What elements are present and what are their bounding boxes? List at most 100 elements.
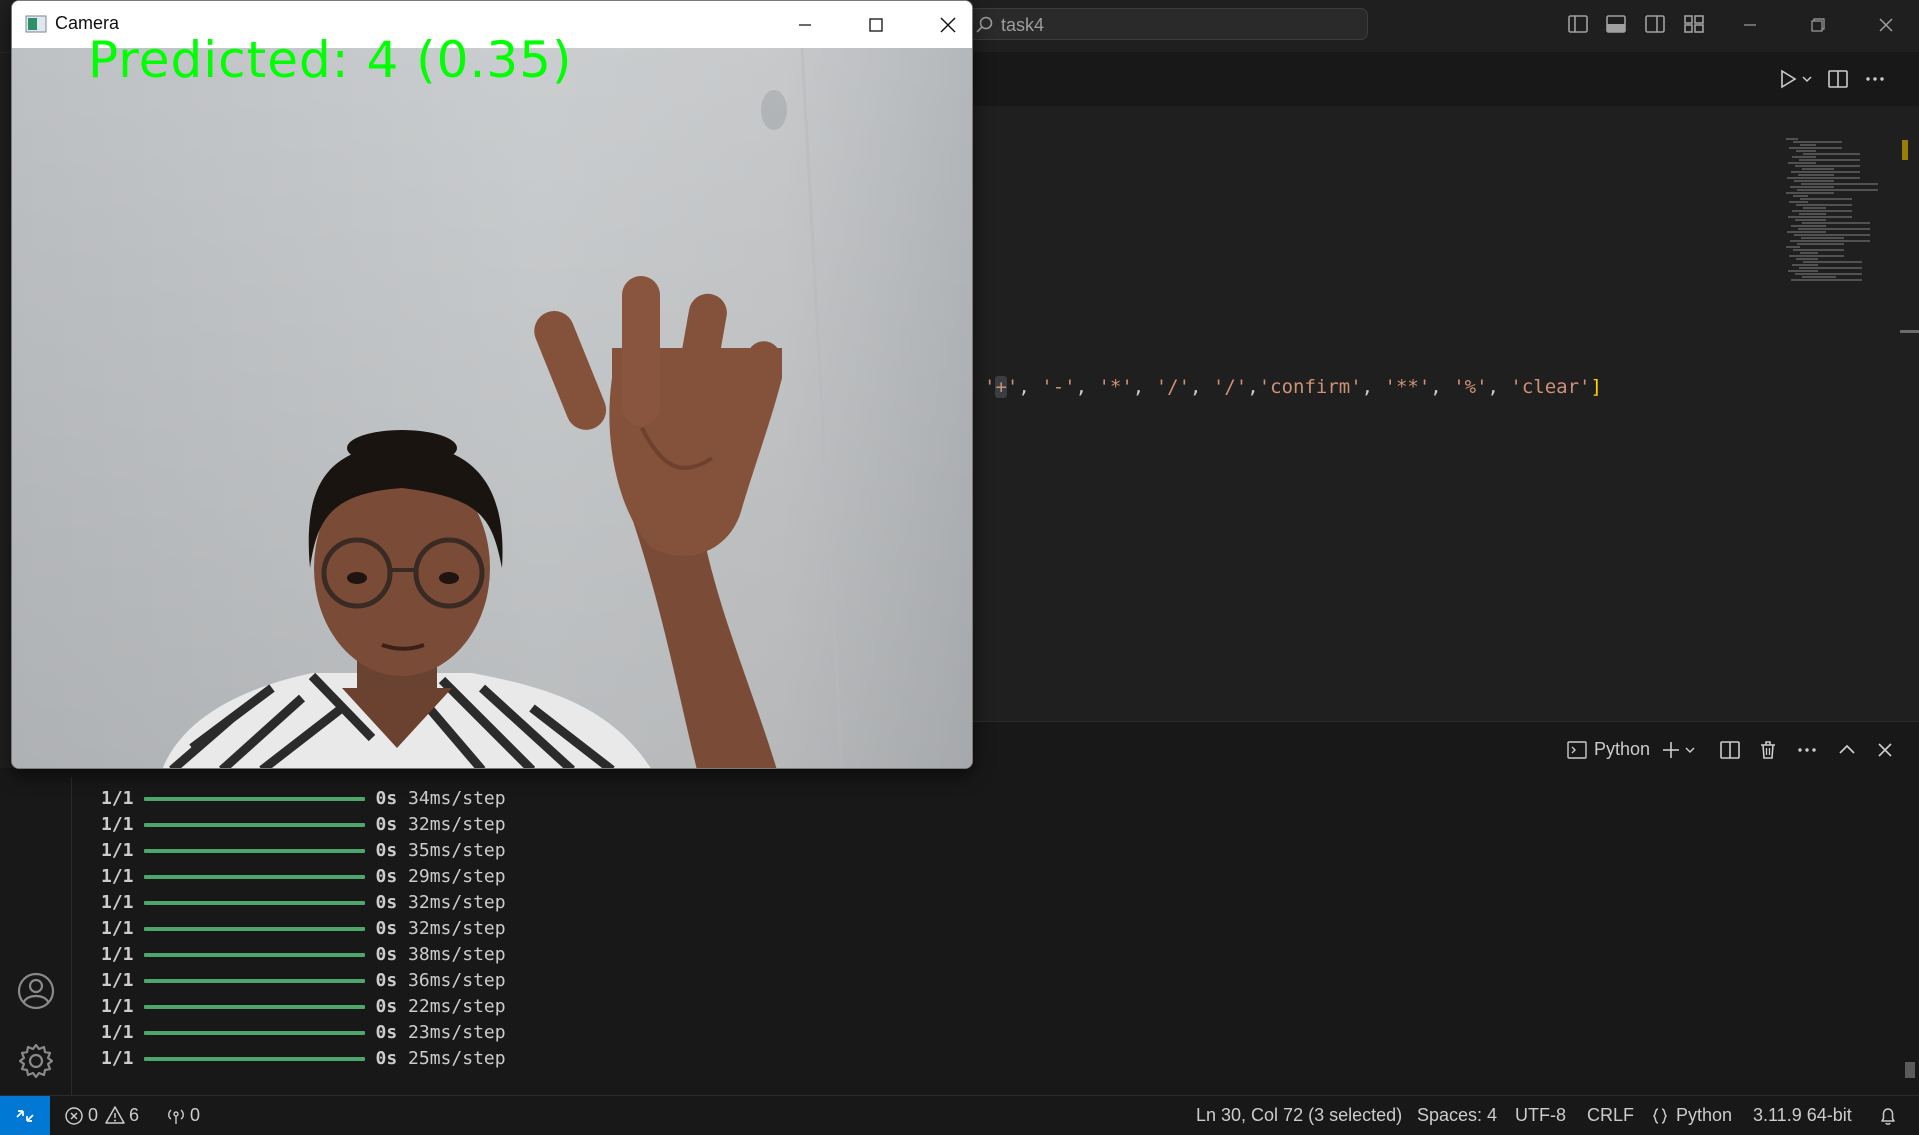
problems-indicator[interactable]: 0 6 — [64, 1096, 148, 1135]
remote-icon — [16, 1110, 34, 1122]
step-fraction: 1/1 — [101, 892, 134, 913]
indentation[interactable]: Spaces: 4 — [1417, 1105, 1497, 1126]
step-duration: 32ms/step — [408, 918, 506, 939]
braces-icon — [1652, 1108, 1668, 1124]
split-terminal-icon[interactable] — [1718, 738, 1742, 762]
step-duration: 36ms/step — [408, 970, 506, 991]
new-terminal-plus-icon[interactable] — [1659, 738, 1683, 762]
camera-close-icon[interactable] — [927, 11, 969, 39]
close-panel-icon[interactable] — [1873, 738, 1897, 762]
maximize-panel-chevron-up-icon[interactable] — [1835, 738, 1859, 762]
elapsed-time: 0s — [375, 996, 398, 1017]
minimap-line — [1793, 195, 1808, 197]
progress-bar — [143, 797, 365, 801]
editor-tab-strip — [970, 52, 1919, 106]
minimap-line — [1797, 243, 1844, 245]
minimap-line — [1793, 249, 1844, 251]
remote-indicator-button[interactable] — [0, 1096, 50, 1135]
code-token: , — [1190, 376, 1213, 398]
code-token: , — [1361, 376, 1385, 398]
camera-maximize-icon[interactable] — [855, 11, 897, 39]
elapsed-time: 0s — [375, 918, 398, 939]
progress-bar — [143, 901, 365, 905]
ports-indicator[interactable]: 0 — [165, 1096, 205, 1135]
terminal-line: 1/1 0s 32ms/step — [101, 892, 506, 918]
minimap-line — [1793, 141, 1842, 143]
manage-gear-icon[interactable] — [14, 1039, 58, 1083]
progress-bar — [143, 1005, 365, 1009]
camera-window[interactable]: Camera Predicted: 4 (0.35) — [11, 0, 973, 769]
terminal-line: 1/1 0s 35ms/step — [101, 840, 506, 866]
minimap-line — [1792, 264, 1818, 266]
code-token: , — [1247, 376, 1259, 398]
vscode-minimize-icon[interactable] — [1730, 10, 1770, 40]
language-mode[interactable]: Python — [1650, 1096, 1735, 1135]
encoding[interactable]: UTF-8 — [1515, 1105, 1566, 1126]
elapsed-time: 0s — [375, 1048, 398, 1069]
camera-app-icon — [25, 15, 47, 33]
end-of-line[interactable]: CRLF — [1587, 1105, 1634, 1126]
minimap-line — [1796, 258, 1818, 260]
code-token: '/' — [1155, 376, 1191, 398]
terminal-dropdown-chevron-icon[interactable] — [1683, 743, 1697, 757]
step-fraction: 1/1 — [101, 970, 134, 991]
minimap[interactable] — [1780, 138, 1898, 281]
editor-more-actions-icon[interactable] — [1863, 67, 1887, 91]
minimap-line — [1803, 153, 1860, 155]
minimap-line — [1802, 168, 1834, 170]
terminal-scrollbar-thumb[interactable] — [1905, 1062, 1915, 1078]
broadcast-icon — [168, 1109, 184, 1124]
minimap-line — [1795, 273, 1862, 275]
step-duration: 25ms/step — [408, 1048, 506, 1069]
minimap-line — [1799, 267, 1862, 269]
minimap-line — [1799, 159, 1860, 161]
vscode-restore-icon[interactable] — [1797, 10, 1837, 40]
code-token: ] — [1590, 376, 1602, 398]
run-python-file-icon[interactable] — [1777, 67, 1799, 91]
minimap-line — [1788, 216, 1852, 218]
panel-more-actions-icon[interactable] — [1795, 738, 1819, 762]
toggle-panel-icon[interactable] — [1604, 12, 1628, 36]
code-editor[interactable] — [970, 138, 1919, 721]
run-dropdown-chevron-icon[interactable] — [1800, 72, 1814, 86]
python-interpreter[interactable]: 3.11.9 64-bit — [1753, 1105, 1852, 1126]
camera-minimize-icon[interactable] — [784, 11, 826, 39]
minimap-line — [1796, 204, 1852, 206]
customize-layout-icon[interactable] — [1682, 12, 1706, 36]
step-duration: 22ms/step — [408, 996, 506, 1017]
minimap-line — [1802, 276, 1836, 278]
minimap-line — [1790, 186, 1834, 188]
code-token: , — [1018, 376, 1042, 398]
terminal-line: 1/1 0s 32ms/step — [101, 918, 506, 944]
minimap-line — [1801, 237, 1844, 239]
progress-bar — [143, 849, 365, 853]
editor-scrollbar-thumb[interactable] — [1900, 330, 1919, 333]
progress-bar — [143, 1031, 365, 1035]
accounts-icon[interactable] — [14, 969, 58, 1013]
code-line-operators-list[interactable]: '+', '-', '*', '/', '/','confirm', '**',… — [984, 376, 1602, 398]
vscode-close-icon[interactable] — [1866, 10, 1906, 40]
minimap-line — [1799, 213, 1826, 215]
toggle-primary-sidebar-icon[interactable] — [1566, 12, 1590, 36]
panel-header: Python — [970, 721, 1919, 778]
toggle-secondary-sidebar-icon[interactable] — [1643, 12, 1667, 36]
minimap-line — [1802, 222, 1870, 224]
minimap-line — [1787, 177, 1860, 179]
status-bar: 0 6 0 Ln 30, Col 72 (3 selected) Spaces:… — [0, 1095, 1919, 1135]
split-editor-icon[interactable] — [1826, 67, 1850, 91]
code-token: 'confirm' — [1258, 376, 1362, 398]
cursor-position[interactable]: Ln 30, Col 72 (3 selected) — [1196, 1105, 1402, 1126]
activity-bar — [0, 777, 72, 1095]
terminal-line: 1/1 0s 25ms/step — [101, 1048, 506, 1074]
elapsed-time: 0s — [375, 866, 398, 887]
step-duration: 23ms/step — [408, 1022, 506, 1043]
terminal-icon — [1567, 741, 1587, 759]
overview-ruler-marker — [1902, 140, 1908, 160]
progress-bar — [143, 1057, 365, 1061]
kill-terminal-trash-icon[interactable] — [1756, 738, 1780, 762]
notifications-bell-icon[interactable] — [1877, 1105, 1899, 1127]
elapsed-time: 0s — [375, 1022, 398, 1043]
minimap-line — [1798, 174, 1834, 176]
prediction-overlay-text: Predicted: 4 (0.35) — [88, 31, 573, 89]
command-center-search[interactable]: task4 — [968, 8, 1368, 40]
